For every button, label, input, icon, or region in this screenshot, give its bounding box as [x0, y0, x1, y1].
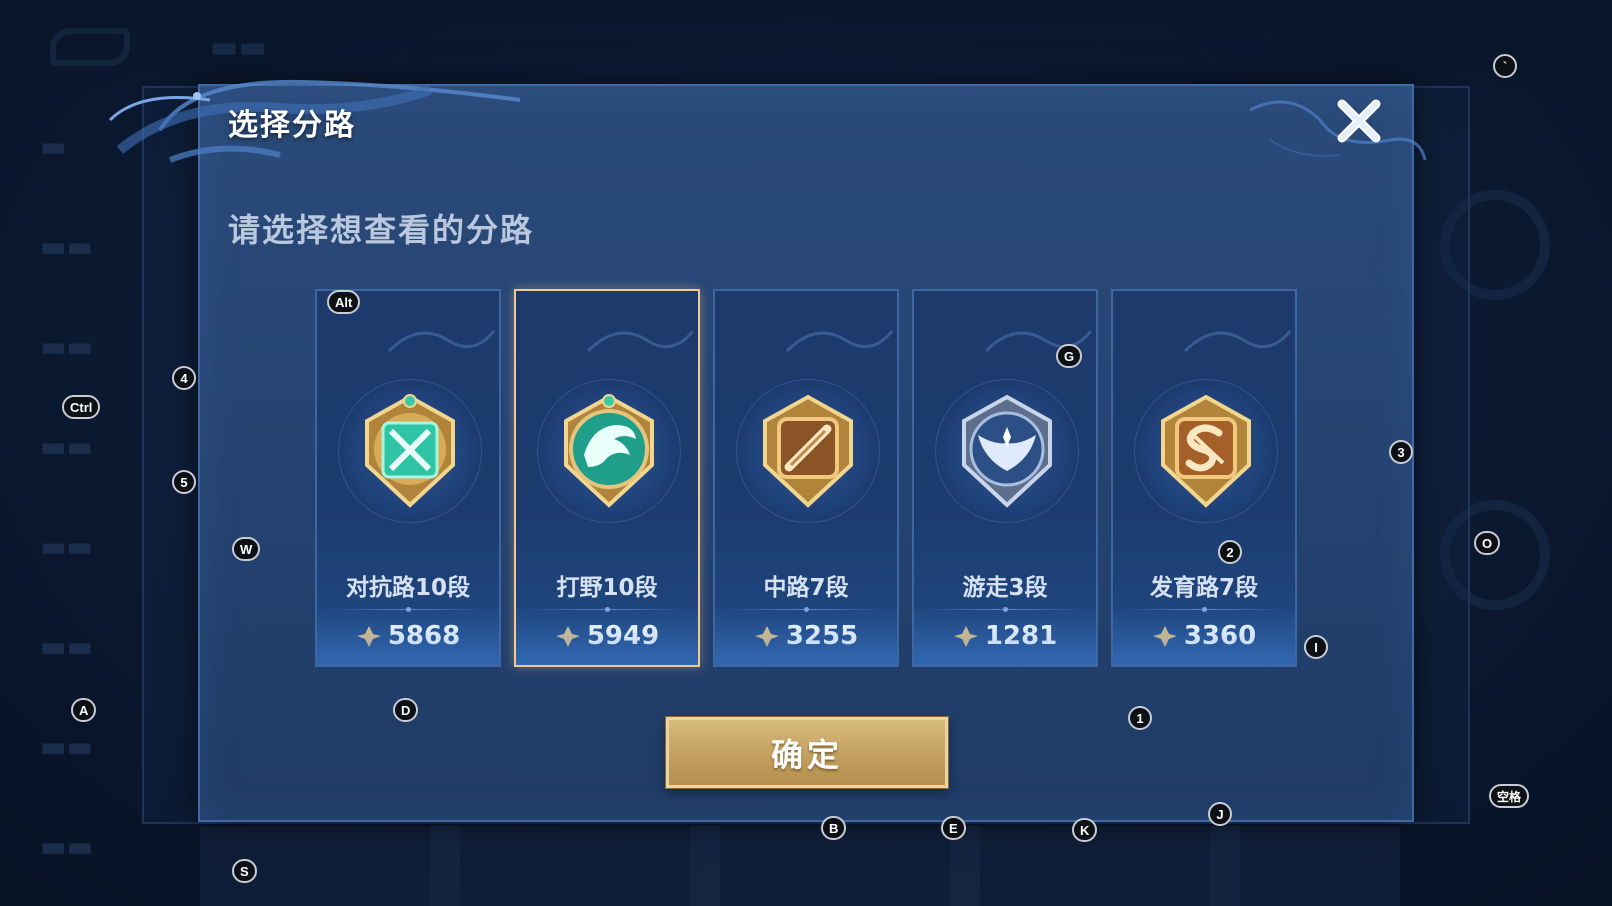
card-cloud-decoration: [785, 330, 894, 353]
key-hint-badge: 5: [172, 470, 196, 494]
card-bottom-glow: [1113, 605, 1295, 665]
card-bottom-glow: [516, 605, 698, 665]
key-hint-badge: A: [71, 698, 97, 722]
key-hint-badge: B: [821, 816, 847, 840]
key-hint-badge: 3: [1389, 440, 1413, 464]
key-hint-badge: K: [1072, 818, 1098, 842]
lane-card-clash[interactable]: 对抗路10段 5868: [315, 289, 501, 667]
lane-card-mid[interactable]: 中路7段 3255: [713, 289, 899, 667]
key-hint-badge: W: [232, 537, 261, 561]
key-hint-badge: 2: [1218, 540, 1242, 564]
dialog-subtitle: 请选择想查看的分路: [228, 211, 535, 249]
jungle-dragon-emblem-icon: [564, 394, 654, 508]
card-bottom-glow: [317, 605, 499, 665]
key-hint-badge: O: [1474, 531, 1501, 555]
mid-lane-emblem-icon: [763, 394, 853, 508]
lane-card-farm[interactable]: 发育路7段 3360: [1111, 289, 1297, 667]
key-hint-badge: 空格: [1489, 784, 1530, 808]
dialog-title: 选择分路: [228, 108, 356, 143]
key-hint-badge: `: [1493, 54, 1517, 78]
lane-card-jungle[interactable]: 打野10段 5949: [514, 289, 700, 667]
card-cloud-decoration: [1183, 330, 1292, 353]
key-hint-badge: Alt: [327, 290, 361, 314]
lane-card-label: 对抗路10段: [345, 575, 470, 601]
key-hint-badge: S: [232, 859, 257, 883]
card-cloud-decoration: [387, 330, 496, 353]
lane-card-label: 发育路7段: [1149, 575, 1258, 601]
lane-card-label: 游走3段: [962, 575, 1048, 601]
key-hint-badge: 4: [172, 366, 196, 390]
key-hint-badge: 1: [1128, 706, 1152, 730]
card-bottom-glow: [914, 605, 1096, 665]
key-hint-badge: E: [941, 816, 966, 840]
card-bottom-glow: [715, 605, 897, 665]
close-button[interactable]: [1334, 96, 1384, 146]
key-hint-badge: I: [1304, 635, 1328, 659]
farm-lane-emblem-icon: [1161, 394, 1251, 508]
lane-card-label: 中路7段: [763, 575, 849, 601]
clash-lane-emblem-icon: [365, 394, 455, 508]
cloud-swirl-decoration-right: [1249, 100, 1427, 161]
lane-card-label: 打野10段: [556, 575, 658, 601]
key-hint-badge: G: [1056, 344, 1083, 368]
roam-wing-emblem-icon: [962, 394, 1052, 508]
key-hint-badge: D: [393, 698, 419, 722]
key-hint-badge: J: [1208, 802, 1232, 826]
card-cloud-decoration: [586, 330, 695, 353]
key-hint-badge: Ctrl: [62, 395, 101, 419]
close-icon: [1337, 99, 1381, 143]
confirm-button[interactable]: 确定: [666, 717, 948, 788]
